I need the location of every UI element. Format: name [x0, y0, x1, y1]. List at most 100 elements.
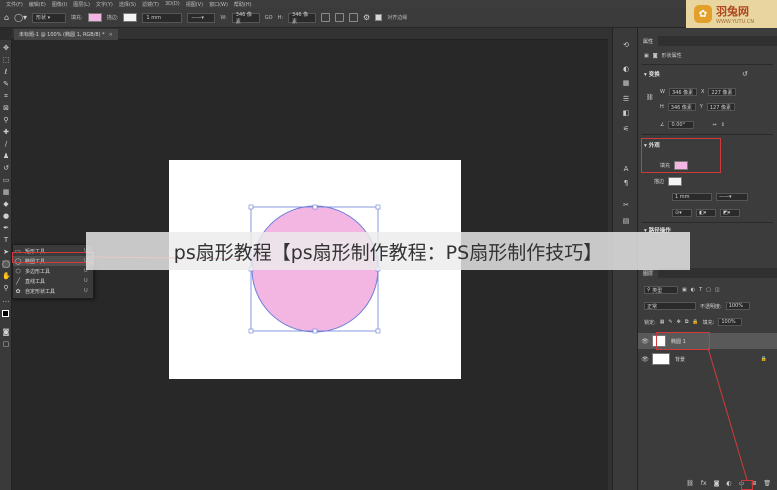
align-edges-checkbox[interactable] — [375, 14, 383, 21]
path-operations-icon[interactable] — [321, 13, 331, 22]
brush-tool-icon[interactable]: ∕ — [2, 140, 10, 148]
lock-artboard-icon[interactable]: ⧉ — [685, 319, 689, 325]
layer-filter-select[interactable]: ⚲ 类型 — [644, 286, 678, 294]
x-input[interactable]: 227 像素 — [708, 88, 737, 96]
height-input[interactable]: 346 像素 — [288, 12, 317, 25]
lock-paint-icon[interactable]: ✎ — [668, 319, 672, 325]
lasso-tool-icon[interactable]: ℓ — [2, 68, 10, 76]
menu-item[interactable]: 编辑(E) — [29, 1, 46, 8]
frame-tool-icon[interactable]: ⊠ — [2, 104, 10, 112]
adjustments-icon[interactable]: ◧ — [621, 108, 631, 118]
add-mask-icon[interactable]: ◙ — [714, 480, 720, 490]
filter-pixel-icon[interactable]: ▣ — [682, 287, 687, 293]
home-icon[interactable]: ⌂ — [4, 13, 9, 22]
eraser-tool-icon[interactable]: ▭ — [2, 176, 10, 184]
history-brush-tool-icon[interactable]: ↺ — [2, 164, 10, 172]
lock-all-icon[interactable]: 🔒 — [692, 319, 698, 325]
stroke-join-select[interactable]: ◩▾ — [720, 209, 740, 217]
type-tool-icon[interactable]: T — [2, 236, 10, 244]
tool-mode-select[interactable]: 形状 ▾ — [32, 12, 67, 23]
menu-item[interactable]: 窗口(W) — [209, 1, 228, 8]
y-input[interactable]: 127 像素 — [706, 103, 735, 111]
path-alignment-icon[interactable] — [335, 13, 345, 22]
polygon-tool-item[interactable]: ⬡ 多边形工具 U — [13, 266, 94, 276]
eyedropper-tool-icon[interactable]: ⚲ — [2, 116, 10, 124]
filter-smart-object-icon[interactable]: ◫ — [715, 287, 720, 293]
tab-properties[interactable]: 属性 — [638, 36, 659, 46]
opacity-input[interactable]: 100% — [725, 302, 750, 310]
swatches-icon[interactable]: ▦ — [621, 78, 631, 88]
properties-icon[interactable]: ☰ — [621, 94, 631, 104]
fill-swatch[interactable] — [87, 13, 102, 22]
menu-item[interactable]: 文字(Y) — [96, 1, 113, 8]
hand-tool-icon[interactable]: ✋ — [2, 272, 11, 280]
menu-item[interactable]: 帮助(H) — [234, 1, 252, 8]
libraries-icon[interactable]: ▤ — [621, 216, 631, 226]
visibility-eye-icon[interactable]: 👁 — [638, 338, 652, 345]
lock-position-icon[interactable]: ✥ — [677, 319, 681, 325]
foreground-color-swatch[interactable] — [2, 310, 9, 317]
visibility-eye-icon[interactable]: 👁 — [638, 356, 652, 363]
menu-item[interactable]: 3D(D) — [165, 1, 180, 7]
menu-item[interactable]: 滤镜(T) — [142, 1, 159, 8]
gear-icon[interactable]: ⚙ — [363, 13, 370, 22]
delete-layer-icon[interactable]: 🗑 — [763, 480, 771, 490]
healing-brush-tool-icon[interactable]: ✚ — [2, 128, 10, 136]
brush-settings-icon[interactable]: ⚟ — [621, 124, 631, 134]
link-layers-icon[interactable]: ⛓ — [686, 480, 694, 490]
width-input[interactable]: 346 像素 — [668, 88, 697, 96]
layer-fill-input[interactable]: 100% — [718, 318, 743, 326]
marquee-tool-icon[interactable]: ⬚ — [2, 56, 10, 64]
gradient-tool-icon[interactable]: ▦ — [2, 188, 10, 196]
lock-pixels-icon[interactable]: ▦ — [660, 319, 665, 325]
history-icon[interactable]: ⟲ — [621, 40, 631, 50]
crop-tool-icon[interactable]: ⌗ — [2, 92, 10, 100]
zoom-tool-icon[interactable]: ⚲ — [2, 284, 10, 292]
paragraph-icon[interactable]: ¶ — [621, 178, 631, 188]
character-icon[interactable]: A — [621, 164, 631, 174]
flip-vertical-icon[interactable]: ⇕ — [721, 122, 725, 128]
menu-item[interactable]: 图像(I) — [52, 1, 67, 8]
path-select-tool-icon[interactable]: ➤ — [2, 248, 10, 256]
filter-adjustment-icon[interactable]: ◐ — [691, 287, 695, 293]
stroke-width-input[interactable]: 1 mm — [142, 12, 183, 23]
screen-mode-icon[interactable]: ▢ — [2, 340, 10, 348]
width-input[interactable]: 346 像素 — [231, 12, 260, 25]
layer-style-icon[interactable]: fx — [701, 480, 707, 490]
blur-tool-icon[interactable]: ◆ — [2, 200, 10, 208]
filter-type-icon[interactable]: T — [699, 287, 702, 293]
quick-select-tool-icon[interactable]: ✎ — [2, 80, 10, 88]
move-tool-icon[interactable]: ✥ — [2, 44, 10, 52]
quick-mask-icon[interactable]: ◙ — [2, 328, 10, 336]
layer-row-background[interactable]: 👁 背景 🔒 — [638, 351, 777, 367]
stroke-swatch[interactable] — [668, 177, 683, 186]
path-arrangement-icon[interactable] — [349, 13, 359, 22]
menu-item[interactable]: 选择(S) — [119, 1, 136, 8]
link-icon[interactable]: GO — [265, 15, 273, 21]
menu-item[interactable]: 视图(V) — [186, 1, 203, 8]
blend-mode-select[interactable]: 正常 — [644, 302, 696, 310]
transform-section-title[interactable]: ▾ 变换 — [644, 70, 660, 78]
pen-tool-icon[interactable]: ✒ — [2, 224, 10, 232]
menu-item[interactable]: 图层(L) — [73, 1, 90, 8]
menu-item[interactable]: 文件(F) — [6, 1, 23, 8]
document-tab[interactable]: 未标题-1 @ 100% (椭圆 1, RGB/8) * × — [14, 29, 118, 40]
dodge-tool-icon[interactable]: ● — [2, 212, 10, 220]
stroke-width-input[interactable]: 1 mm — [672, 193, 712, 201]
ellipse-tool-icon[interactable]: ◯ — [2, 260, 10, 268]
clone-stamp-tool-icon[interactable]: ♟ — [2, 152, 10, 160]
stroke-swatch[interactable] — [123, 13, 138, 22]
link-icon[interactable]: ⛓ — [646, 94, 654, 101]
angle-input[interactable]: 0.00° — [668, 121, 695, 129]
stroke-cap-select[interactable]: ◧▾ — [696, 209, 716, 217]
ellipse-tool-preset-icon[interactable]: ◯▾ — [14, 13, 27, 22]
more-tools-icon[interactable]: … — [2, 296, 10, 304]
flip-horizontal-icon[interactable]: ⇔ — [712, 122, 716, 128]
custom-shape-tool-item[interactable]: ✿ 自定形状工具 U — [13, 286, 94, 296]
filter-shape-icon[interactable]: ▢ — [706, 287, 711, 293]
adjustment-layer-icon[interactable]: ◐ — [726, 480, 731, 490]
color-icon[interactable]: ◐ — [621, 64, 631, 74]
stroke-type-select[interactable]: ——▾ — [716, 193, 748, 201]
line-tool-item[interactable]: ╱ 直线工具 U — [13, 276, 94, 286]
tool-presets-icon[interactable]: ✂ — [621, 200, 631, 210]
